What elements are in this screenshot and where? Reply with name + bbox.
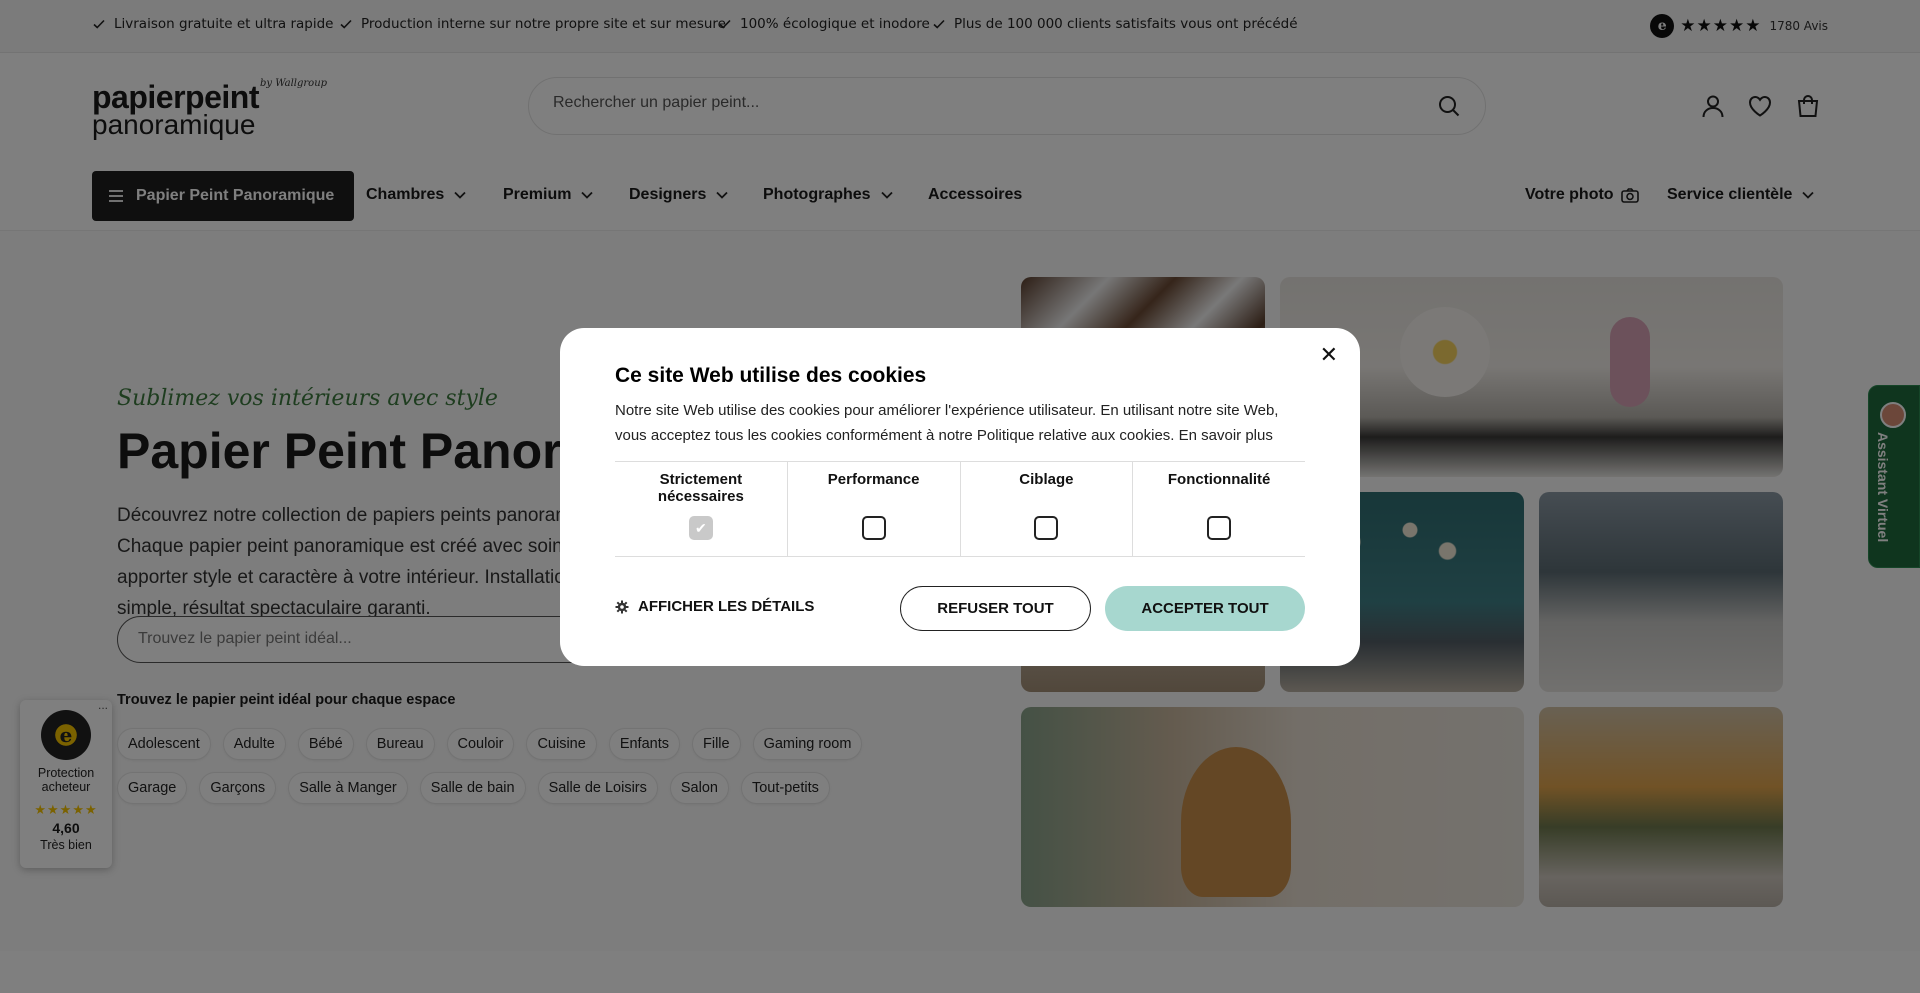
close-icon[interactable]: ✕ bbox=[1320, 342, 1338, 368]
cookie-consent-dialog: ✕ Ce site Web utilise des cookies Notre … bbox=[560, 328, 1360, 666]
refuse-all-button[interactable]: REFUSER TOUT bbox=[900, 586, 1091, 631]
cookie-categories: Strictement nécessaires ✔ Performance Ci… bbox=[615, 461, 1305, 557]
cookie-category-label: Ciblage bbox=[1019, 471, 1074, 488]
cookie-category-label: Strictement nécessaires bbox=[657, 471, 744, 505]
cookie-category-label: Fonctionnalité bbox=[1167, 471, 1271, 488]
targeting-checkbox[interactable] bbox=[1034, 516, 1059, 540]
cookie-text: Notre site Web utilise des cookies pour … bbox=[615, 402, 1279, 444]
details-label: AFFICHER LES DÉTAILS bbox=[638, 598, 815, 615]
gear-icon bbox=[615, 600, 629, 613]
cookie-category-performance: Performance bbox=[788, 462, 961, 556]
accept-all-button[interactable]: ACCEPTER TOUT bbox=[1105, 586, 1305, 631]
necessary-checkbox: ✔ bbox=[688, 516, 713, 540]
cookie-category-necessary: Strictement nécessaires ✔ bbox=[615, 462, 788, 556]
cookie-category-targeting: Ciblage bbox=[961, 462, 1134, 556]
cookie-category-label: Performance bbox=[827, 471, 920, 488]
show-details-button[interactable]: AFFICHER LES DÉTAILS bbox=[615, 598, 814, 615]
cookie-category-functionality: Fonctionnalité bbox=[1133, 462, 1305, 556]
functionality-checkbox[interactable] bbox=[1207, 516, 1232, 540]
performance-checkbox[interactable] bbox=[861, 516, 886, 540]
cookie-title: Ce site Web utilise des cookies bbox=[615, 364, 927, 387]
